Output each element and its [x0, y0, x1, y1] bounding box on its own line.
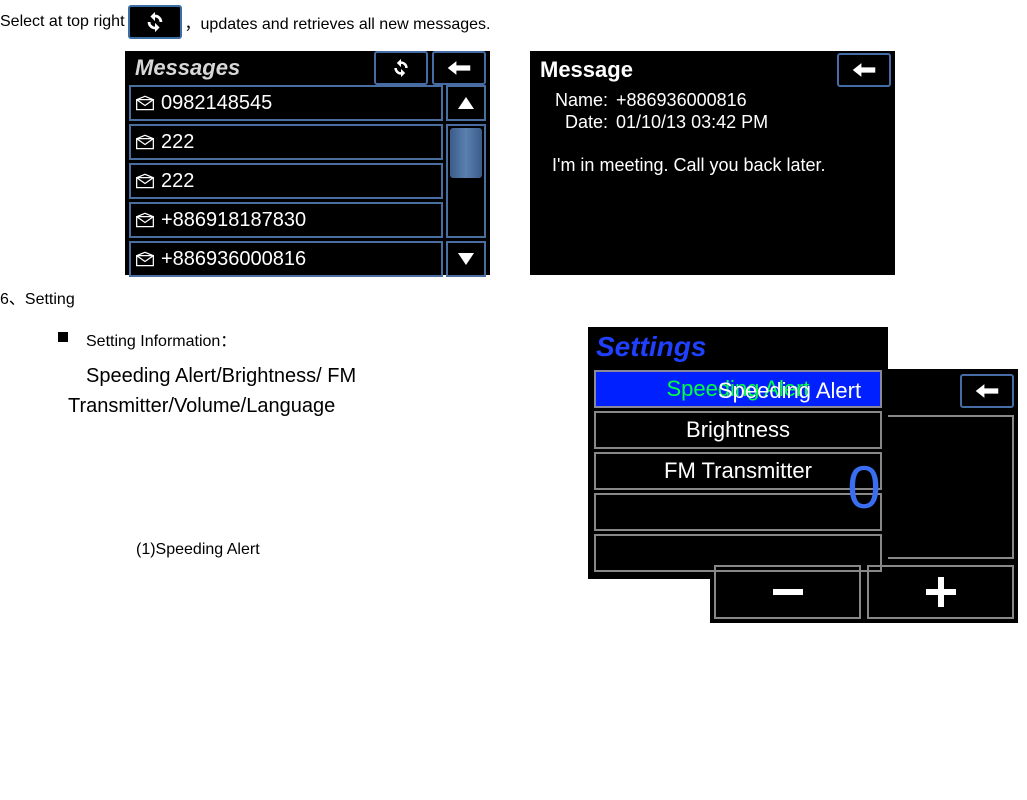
message-body: I'm in meeting. Call you back later.	[530, 133, 895, 176]
subsection-label: (1)Speeding Alert	[58, 541, 588, 559]
message-item[interactable]: +886936000816	[129, 241, 443, 277]
scrollbar-thumb[interactable]	[450, 128, 482, 178]
scroll-up-button[interactable]	[446, 85, 486, 121]
minus-button[interactable]	[714, 565, 861, 619]
setting-info-label: Setting Information：	[86, 327, 356, 351]
back-button[interactable]	[960, 374, 1014, 408]
date-value: 01/10/13 03:42 PM	[608, 111, 768, 133]
settings-item-fm[interactable]: FM Transmitter	[594, 452, 882, 490]
settings-title: Settings	[588, 327, 888, 367]
message-item[interactable]: +886918187830	[129, 202, 443, 238]
back-button[interactable]	[837, 53, 891, 87]
message-detail-screen: Message Name: Date: +886936000816 01/10/…	[530, 51, 895, 275]
setting-options-line1: Speeding Alert/Brightness/ FM	[86, 361, 356, 391]
speeding-title: Speeding Alert	[714, 378, 960, 404]
setting-options-line2: Transmitter/Volume/Language	[68, 391, 356, 421]
message-item[interactable]: 222	[129, 124, 443, 160]
messages-screen: Messages 0982148545 222 222	[125, 51, 490, 275]
plus-button[interactable]	[867, 565, 1014, 619]
message-number: 222	[161, 170, 194, 193]
name-label: Name:	[538, 89, 608, 111]
section-heading: 6、Setting	[0, 285, 1027, 309]
back-button[interactable]	[432, 51, 486, 85]
message-number: 222	[161, 131, 194, 154]
intro-after: ，updates and retrieves all new messages.	[185, 10, 491, 34]
message-number: +886936000816	[161, 248, 306, 271]
date-label: Date:	[538, 111, 608, 133]
refresh-button[interactable]	[374, 51, 428, 85]
message-number: +886918187830	[161, 209, 306, 232]
scrollbar-track[interactable]	[446, 124, 486, 238]
message-item[interactable]: 0982148545	[129, 85, 443, 121]
scroll-down-button[interactable]	[446, 241, 486, 277]
settings-item-brightness[interactable]: Brightness	[594, 411, 882, 449]
name-value: +886936000816	[608, 89, 768, 111]
settings-screen: Settings Speeding Alert Brightness FM Tr…	[588, 327, 888, 579]
message-number: 0982148545	[161, 92, 272, 115]
bullet-icon	[58, 332, 68, 342]
messages-title: Messages	[129, 55, 370, 81]
intro-line: Select at top right ，updates and retriev…	[0, 5, 1027, 39]
intro-before: Select at top right	[0, 13, 125, 31]
settings-item[interactable]	[594, 493, 882, 531]
message-item[interactable]: 222	[129, 163, 443, 199]
refresh-icon	[128, 5, 182, 39]
detail-title: Message	[534, 57, 833, 83]
